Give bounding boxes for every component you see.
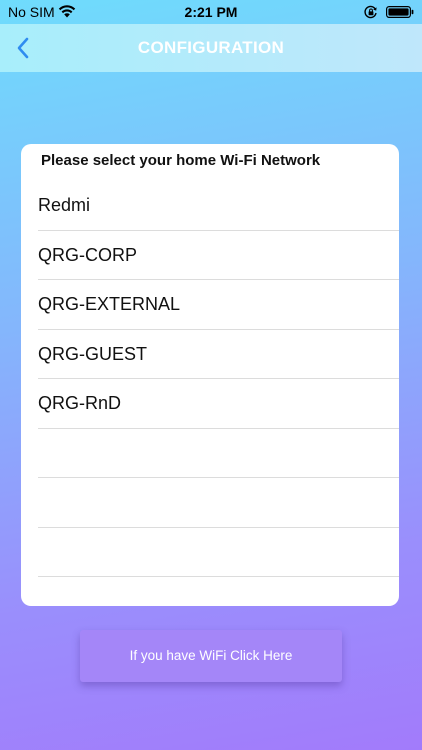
empty-list-row (38, 528, 399, 577)
network-list: Redmi QRG-CORP QRG-EXTERNAL QRG-GUEST QR… (21, 181, 399, 606)
network-name: QRG-GUEST (38, 343, 148, 364)
empty-list-row (38, 577, 399, 606)
have-wifi-button[interactable]: If you have WiFi Click Here (80, 630, 342, 682)
empty-list-row (38, 478, 399, 528)
network-name: QRG-CORP (38, 244, 137, 265)
navigation-bar: CONFIGURATION (0, 24, 422, 72)
network-name: QRG-RnD (38, 393, 122, 413)
orientation-lock-icon (364, 5, 377, 19)
network-item-qrg-guest[interactable]: QRG-GUEST (38, 330, 399, 379)
battery-icon (386, 6, 414, 18)
network-item-redmi[interactable]: Redmi (38, 181, 399, 231)
empty-list-row (38, 429, 399, 478)
page-title: CONFIGURATION (137, 38, 285, 57)
network-name: QRG-EXTERNAL (38, 294, 181, 314)
network-item-qrg-external[interactable]: QRG-EXTERNAL (38, 280, 399, 330)
network-item-qrg-corp[interactable]: QRG-CORP (38, 231, 399, 280)
network-selection-card: Please select your home Wi-Fi Network Re… (21, 144, 399, 606)
network-item-qrg-rnd[interactable]: QRG-RnD (38, 379, 399, 429)
network-name: Redmi (38, 195, 91, 215)
status-time: 2:21 PM (184, 4, 238, 20)
status-bar: No SIM 2:21 PM (0, 0, 422, 24)
card-header: Please select your home Wi-Fi Network (41, 152, 321, 169)
